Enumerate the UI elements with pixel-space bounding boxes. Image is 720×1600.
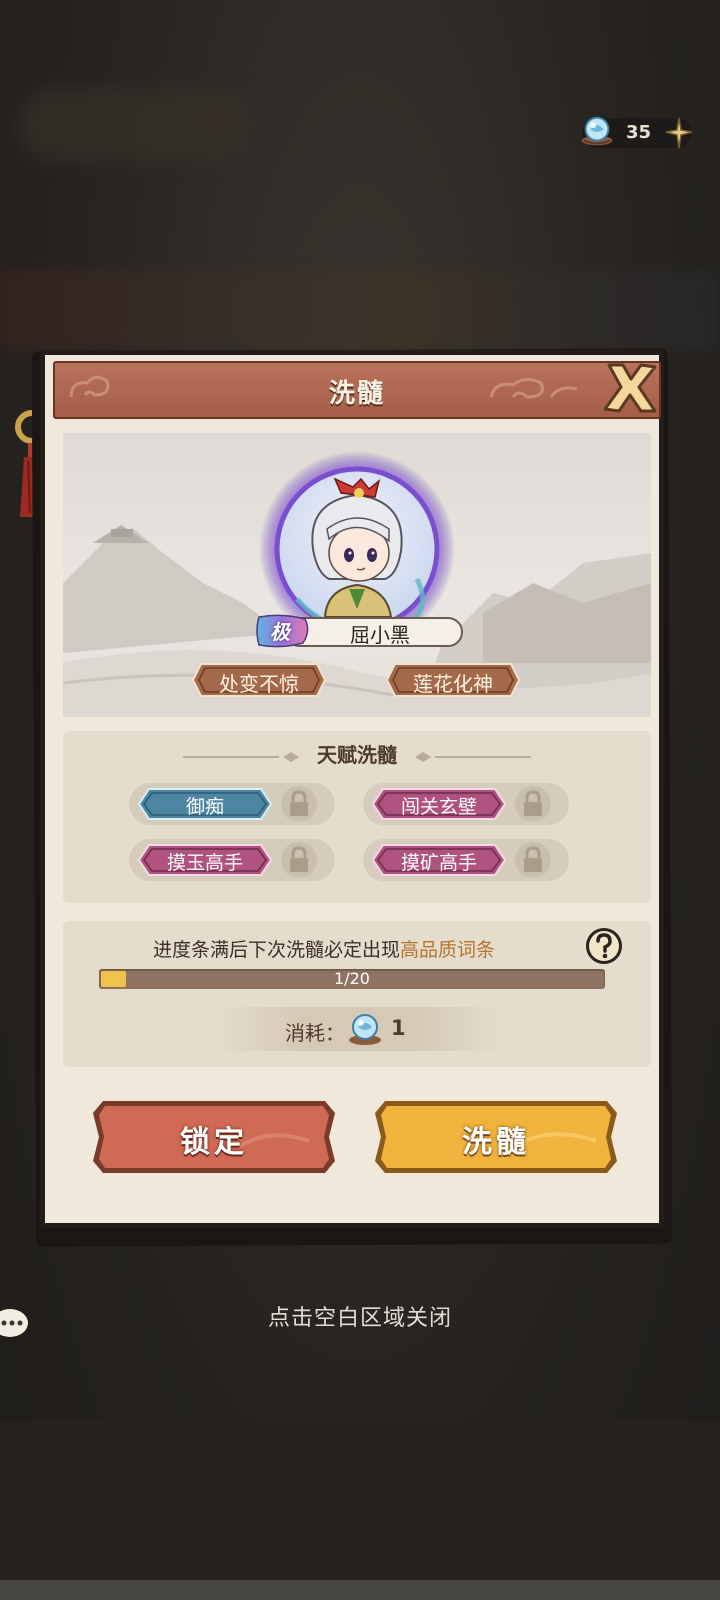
hero-name: 屈小黑 bbox=[350, 623, 410, 647]
currency-amount: 35 bbox=[626, 122, 652, 143]
currency-counter: 35 bbox=[581, 116, 694, 150]
spirit-gem-icon bbox=[349, 1014, 381, 1045]
talent-slot: 摸玉高手 bbox=[129, 837, 335, 881]
hero-rank: 极 bbox=[270, 620, 290, 644]
talent-label: 摸矿高手 bbox=[400, 852, 477, 874]
wash-marrow-dialog: 洗髓 屈小黑 极 处变不惊 莲花化神 天赋洗髓 御痴 闯关玄壁 摸玉高手 摸矿高… bbox=[31, 348, 673, 1247]
progress-hint-text: 进度条满后下次洗髓必定出现 bbox=[153, 939, 401, 961]
talent-slot: 摸矿高手 bbox=[363, 837, 569, 881]
progress-hint: 进度条满后下次洗髓必定出现高品质词条 bbox=[153, 935, 495, 962]
hero-name-plate: 屈小黑 极 bbox=[255, 613, 465, 649]
lock-button-label: 锁定 bbox=[180, 1125, 248, 1160]
wash-button[interactable]: 洗髓 bbox=[371, 1097, 621, 1177]
cost-label: 消耗： bbox=[285, 1021, 345, 1045]
lock-toggle-icon[interactable] bbox=[513, 784, 553, 824]
lock-toggle-icon[interactable] bbox=[279, 784, 319, 824]
background-blur-band bbox=[0, 270, 720, 350]
help-button[interactable] bbox=[583, 925, 625, 967]
background-blur-title bbox=[20, 90, 250, 160]
dialog-title: 洗髓 bbox=[328, 379, 385, 409]
hero-scene: 屈小黑 极 处变不惊 莲花化神 bbox=[63, 433, 651, 717]
cost-amount: 1 bbox=[391, 1016, 406, 1040]
talent-section-title: 天赋洗髓 bbox=[317, 743, 397, 767]
progress-bar: 1/20 bbox=[99, 969, 605, 989]
background-nav-strip bbox=[0, 1580, 720, 1600]
progress-hint-highlight: 高品质词条 bbox=[400, 939, 496, 961]
progress-label: 1/20 bbox=[334, 969, 370, 988]
hero-trait-tag: 处变不惊 bbox=[191, 661, 327, 699]
dialog-header: 洗髓 bbox=[53, 361, 661, 419]
plus-icon[interactable] bbox=[664, 116, 694, 150]
talent-section: 天赋洗髓 御痴 闯关玄壁 摸玉高手 摸矿高手 bbox=[63, 731, 651, 903]
hero-trait-tag: 莲花化神 bbox=[385, 661, 521, 699]
talent-label: 闯关玄壁 bbox=[400, 796, 477, 818]
dialog-panel: 洗髓 屈小黑 极 处变不惊 莲花化神 天赋洗髓 御痴 闯关玄壁 摸玉高手 摸矿高… bbox=[40, 350, 664, 1228]
background-bottom-bar bbox=[0, 1420, 720, 1600]
close-hint: 点击空白区域关闭 bbox=[267, 1306, 452, 1331]
talent-slot: 闯关玄壁 bbox=[363, 781, 569, 825]
progress-section: 进度条满后下次洗髓必定出现高品质词条 1/20 消耗： 1 bbox=[63, 921, 651, 1067]
cost-row: 消耗： 1 bbox=[213, 1007, 503, 1051]
close-button[interactable] bbox=[601, 359, 659, 417]
wash-button-label: 洗髓 bbox=[462, 1125, 530, 1160]
talent-label: 摸玉高手 bbox=[166, 852, 243, 874]
flourish-right-icon bbox=[415, 752, 531, 762]
spirit-gem-icon bbox=[581, 116, 613, 146]
talent-slot: 御痴 bbox=[129, 781, 335, 825]
lock-toggle-icon[interactable] bbox=[513, 840, 553, 880]
hero-trait-2: 莲花化神 bbox=[413, 672, 493, 696]
lock-toggle-icon[interactable] bbox=[279, 840, 319, 880]
hero-trait-1: 处变不惊 bbox=[219, 672, 299, 696]
talent-label: 御痴 bbox=[185, 796, 224, 818]
lock-button[interactable]: 锁定 bbox=[89, 1097, 339, 1177]
